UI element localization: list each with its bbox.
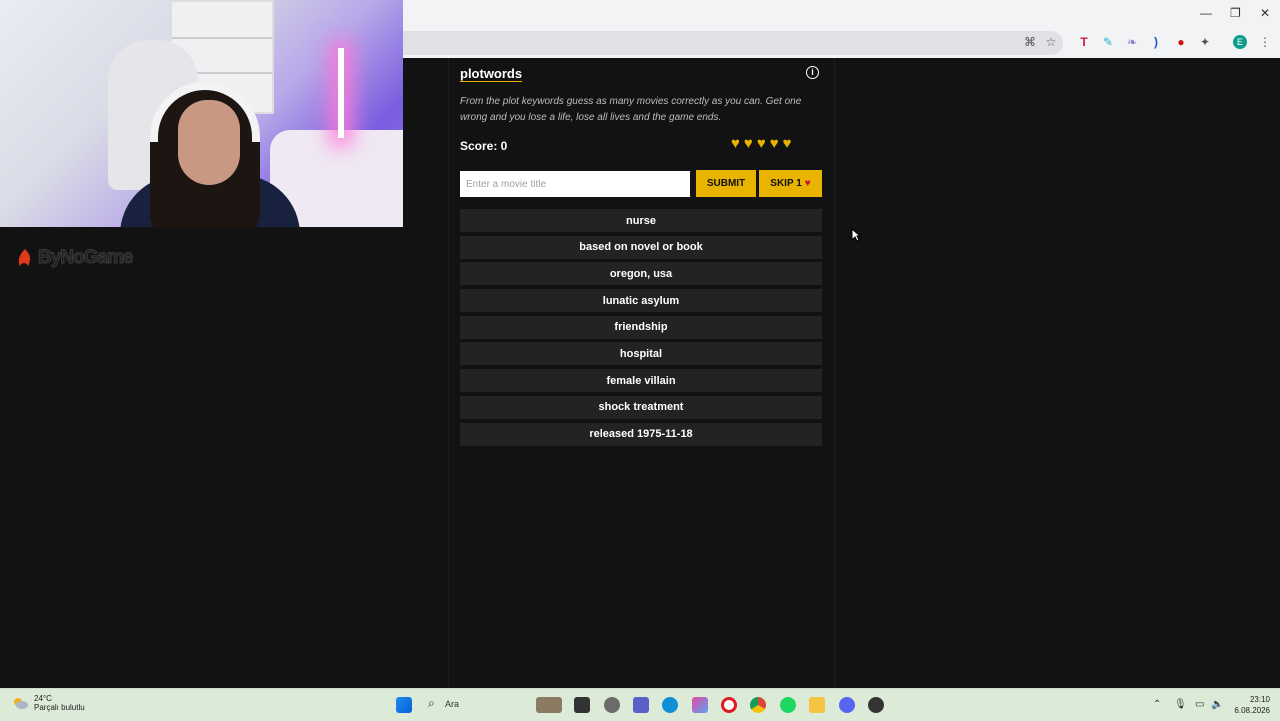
extension-leaf-icon[interactable]: ❧ bbox=[1125, 35, 1139, 49]
life-heart-icon: ♥ bbox=[769, 135, 779, 152]
lives-indicator: ♥ ♥ ♥ ♥ ♥ bbox=[731, 136, 792, 152]
extension-record-icon[interactable]: ● bbox=[1174, 35, 1188, 49]
keyword-item: shock treatment bbox=[460, 395, 822, 419]
clock-time: 23:10 bbox=[1249, 695, 1270, 704]
submit-button[interactable]: SUBMIT bbox=[696, 170, 756, 197]
webpage: plotwords i From the plot keywords guess… bbox=[403, 58, 1280, 688]
life-heart-icon: ♥ bbox=[743, 135, 753, 152]
minimize-icon[interactable]: — bbox=[1200, 6, 1212, 20]
keyword-item: female villain bbox=[460, 369, 822, 393]
teams-icon[interactable] bbox=[633, 697, 649, 713]
plotwords-game: plotwords i From the plot keywords guess… bbox=[448, 58, 835, 688]
extension-wave-icon[interactable]: ) bbox=[1149, 35, 1163, 49]
address-bar[interactable] bbox=[403, 31, 1063, 55]
browser-menu-icon[interactable]: ⋮ bbox=[1258, 35, 1272, 49]
discord-icon[interactable] bbox=[839, 697, 855, 713]
partly-cloudy-icon bbox=[14, 698, 28, 709]
close-icon[interactable]: ✕ bbox=[1260, 6, 1270, 20]
file-explorer-icon[interactable] bbox=[809, 697, 825, 713]
taskbar-search-label[interactable]: Ara bbox=[445, 699, 459, 709]
score-label: Score: 0 bbox=[460, 139, 508, 153]
keyword-item: based on novel or book bbox=[460, 235, 822, 259]
heart-icon: ♥ bbox=[804, 178, 811, 189]
keyword-item: nurse bbox=[460, 209, 822, 232]
brand-name: ByNoGame bbox=[37, 247, 133, 269]
movie-title-input[interactable] bbox=[460, 171, 690, 197]
info-icon[interactable]: i bbox=[806, 66, 819, 79]
search-icon[interactable]: ⌕ bbox=[428, 696, 435, 711]
opera-icon[interactable] bbox=[721, 697, 737, 713]
keyword-item: released 1975-11-18 bbox=[460, 422, 822, 446]
weather-widget[interactable]: 24°C Parçalı bulutlu bbox=[12, 694, 85, 712]
page-title[interactable]: plotwords bbox=[460, 66, 522, 81]
browser-title-bar: — ❐ ✕ bbox=[403, 0, 1280, 28]
spotify-icon[interactable] bbox=[780, 697, 796, 713]
keyword-item: hospital bbox=[460, 342, 822, 366]
task-view-icon[interactable] bbox=[574, 697, 590, 713]
keyword-item: lunatic asylum bbox=[460, 289, 822, 313]
chrome-icon[interactable] bbox=[750, 697, 766, 713]
search-highlight-image[interactable] bbox=[536, 697, 562, 713]
extension-translate-icon[interactable]: ✎ bbox=[1101, 35, 1115, 49]
obs-icon[interactable] bbox=[868, 697, 884, 713]
game-description: From the plot keywords guess as many mov… bbox=[460, 96, 802, 123]
brand-logo-icon bbox=[18, 249, 31, 266]
life-heart-icon: ♥ bbox=[782, 135, 792, 152]
submit-label: SUBMIT bbox=[706, 178, 746, 189]
system-clock[interactable]: 23:10 6.08.2026 bbox=[1234, 694, 1270, 716]
brand-watermark: ByNoGame bbox=[16, 247, 134, 269]
weather-description: Parçalı bulutlu bbox=[34, 703, 85, 712]
keyword-item: friendship bbox=[460, 315, 822, 339]
translate-icon[interactable]: ⌘ bbox=[1023, 35, 1037, 49]
webcam-overlay bbox=[0, 0, 403, 227]
profile-avatar[interactable]: E bbox=[1233, 35, 1247, 49]
keyword-list: nurse based on novel or book oregon, usa… bbox=[460, 209, 822, 449]
extension-tp-icon[interactable]: T bbox=[1077, 35, 1091, 49]
bookmark-star-icon[interactable]: ☆ bbox=[1044, 35, 1058, 49]
keyword-item: oregon, usa bbox=[460, 262, 822, 286]
microphone-icon[interactable]: 🎙 bbox=[1174, 699, 1187, 710]
start-button[interactable] bbox=[396, 697, 412, 713]
skip-button[interactable]: SKIP 1 ♥ bbox=[759, 170, 822, 197]
clock-date: 6.08.2026 bbox=[1234, 706, 1270, 715]
life-heart-icon: ♥ bbox=[731, 135, 740, 152]
settings-gear-icon[interactable] bbox=[604, 697, 620, 713]
tray-chevron-up-icon[interactable]: ⌃ bbox=[1153, 699, 1161, 710]
restore-icon[interactable]: ❐ bbox=[1230, 6, 1241, 20]
copilot-icon[interactable] bbox=[692, 697, 708, 713]
edge-icon[interactable] bbox=[662, 697, 678, 713]
life-heart-icon: ♥ bbox=[756, 135, 766, 152]
weather-temperature: 24°C bbox=[34, 694, 52, 703]
skip-label: SKIP 1 bbox=[770, 178, 802, 189]
taskbar: 24°C Parçalı bulutlu ⌕ Ara ⌃ 🎙 ▭ 🔈 23:10… bbox=[0, 688, 1280, 721]
webcam-lamp bbox=[338, 48, 344, 138]
network-icon[interactable]: ▭ bbox=[1195, 699, 1204, 710]
volume-icon[interactable]: 🔈 bbox=[1211, 699, 1223, 710]
extensions-puzzle-icon[interactable]: ✦ bbox=[1198, 35, 1212, 49]
